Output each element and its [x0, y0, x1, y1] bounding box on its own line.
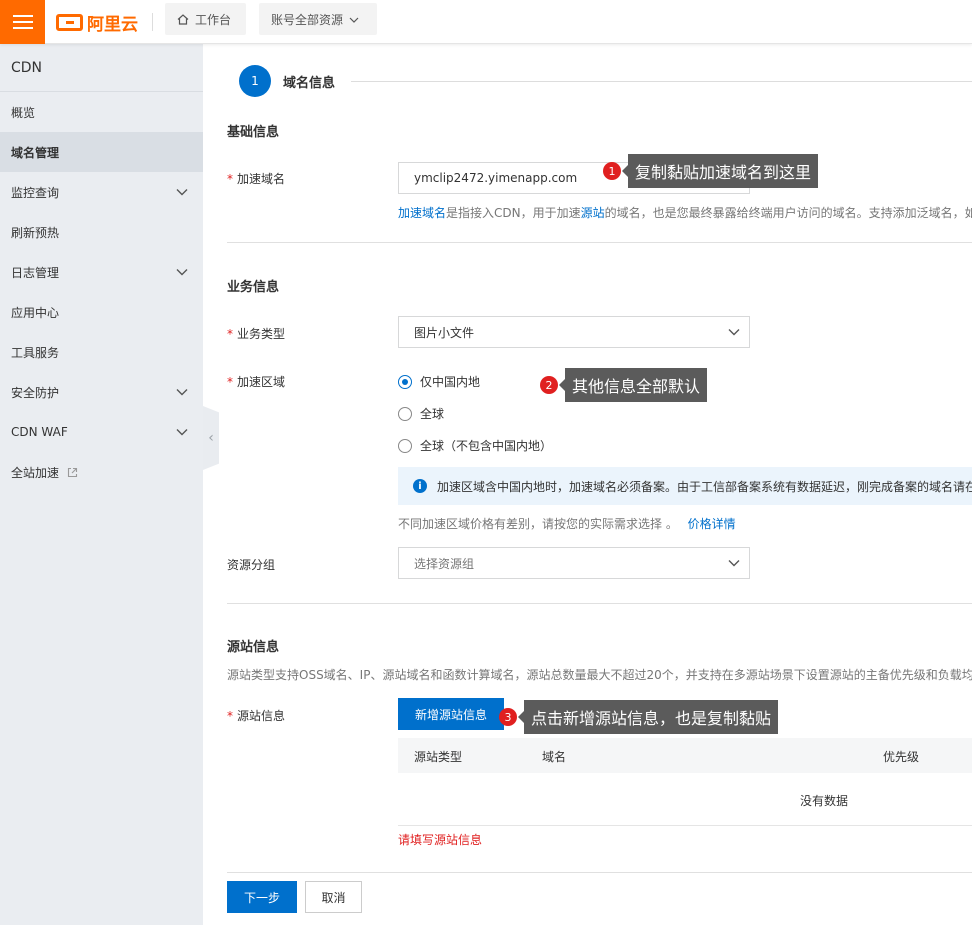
column-priority: 优先级 [883, 750, 920, 764]
top-bar: 阿里云 工作台 账号全部资源 [0, 0, 972, 44]
sidebar-item-label: 域名管理 [11, 145, 60, 160]
annotation-badge: 2 [540, 376, 558, 394]
sidebar-item-logs[interactable]: 日志管理 [0, 252, 203, 292]
annotation-badge: 1 [603, 162, 621, 180]
home-icon [177, 13, 189, 25]
sidebar: CDN 概览 域名管理 监控查询 刷新预热 日志管理 应用中心 工具服务 安全防… [0, 44, 203, 925]
resources-label: 账号全部资源 [271, 12, 344, 27]
sidebar-item-overview[interactable]: 概览 [0, 92, 203, 132]
annotation-3: 3 点击新增源站信息，也是复制黏贴 [499, 700, 779, 734]
region-radio-mainland[interactable]: 仅中国内地 [398, 373, 480, 390]
empty-text: 没有数据 [800, 794, 849, 808]
sidebar-title: CDN [0, 44, 203, 92]
section-business-info: 业务信息 [227, 280, 280, 295]
divider [227, 603, 972, 604]
info-icon: i [413, 479, 427, 493]
annotation-2: 2 其他信息全部默认 [540, 368, 708, 402]
resource-group-select[interactable]: 选择资源组 [398, 547, 750, 579]
domain-field-label: * 加速域名 [227, 172, 286, 186]
region-label: * 加速区域 [227, 375, 286, 389]
chevron-down-icon [728, 560, 740, 567]
next-button[interactable]: 下一步 [227, 881, 297, 913]
business-type-select[interactable]: 图片小文件 [398, 316, 750, 348]
main-content: 1 域名信息 基础信息 * 加速域名 ymclip2472.yimenapp.co… [203, 44, 972, 925]
divider [227, 872, 972, 873]
chevron-down-icon [728, 329, 740, 336]
sidebar-item-label: 应用中心 [11, 305, 60, 320]
hamburger-menu-icon[interactable] [0, 0, 45, 44]
cancel-button[interactable]: 取消 [305, 881, 362, 913]
origin-help-link[interactable]: 源站 [581, 206, 605, 220]
chevron-down-icon [176, 389, 188, 396]
external-link-icon [67, 467, 78, 477]
divider [227, 242, 972, 243]
resource-group-placeholder: 选择资源组 [414, 556, 475, 571]
chevron-down-icon [176, 189, 188, 196]
column-origin-type: 源站类型 [414, 750, 463, 764]
table-header: 源站类型 域名 优先级 [398, 738, 972, 773]
domain-help-link[interactable]: 加速域名 [398, 206, 446, 220]
aliyun-logo[interactable]: 阿里云 [56, 8, 138, 36]
annotation-tip: 复制黏贴加速域名到这里 [621, 154, 819, 188]
sidebar-item-monitoring[interactable]: 监控查询 [0, 172, 203, 212]
sidebar-item-label: 监控查询 [11, 185, 60, 200]
sidebar-item-label: 日志管理 [11, 265, 60, 280]
workbench-label: 工作台 [195, 12, 232, 27]
brand-name: 阿里云 [87, 14, 138, 35]
chevron-down-icon [176, 429, 188, 436]
radio-icon [398, 438, 412, 453]
sidebar-item-label: 概览 [11, 105, 36, 120]
origin-error: 请填写源站信息 [398, 833, 483, 847]
section-origin-info: 源站信息 [227, 640, 280, 655]
sidebar-item-app-center[interactable]: 应用中心 [0, 292, 203, 332]
resources-dropdown[interactable]: 账号全部资源 [259, 3, 377, 35]
origin-field-label: * 源站信息 [227, 709, 286, 723]
workbench-button[interactable]: 工作台 [165, 3, 246, 35]
sidebar-item-label: CDN WAF [11, 425, 68, 439]
add-origin-button[interactable]: 新增源站信息 [398, 698, 504, 730]
chevron-down-icon [176, 269, 188, 276]
annotation-badge: 3 [499, 708, 517, 726]
divider [152, 13, 153, 31]
business-type-label: * 业务类型 [227, 327, 286, 341]
sidebar-item-label: 工具服务 [11, 345, 60, 360]
region-radio-global-ex-mainland[interactable]: 全球（不包含中国内地） [398, 437, 552, 454]
sidebar-item-refresh[interactable]: 刷新预热 [0, 212, 203, 252]
column-domain: 域名 [542, 750, 567, 764]
sidebar-item-dcdn[interactable]: 全站加速 [0, 452, 203, 492]
region-radio-global[interactable]: 全球 [398, 405, 444, 422]
icp-notice: i 加速区域含中国内地时，加速域名必须备案。由于工信部备案系统有数据延迟，刚完成… [398, 467, 972, 505]
price-detail-link[interactable]: 价格详情 [688, 517, 736, 531]
wizard-step: 1 域名信息 [239, 65, 335, 97]
sidebar-item-tools[interactable]: 工具服务 [0, 332, 203, 372]
step-number: 1 [239, 65, 271, 97]
sidebar-item-label: 全站加速 [11, 465, 60, 480]
chevron-down-icon [349, 12, 359, 26]
resource-group-label: 资源分组 [227, 558, 276, 572]
annotation-tip: 点击新增源站信息，也是复制黏贴 [517, 700, 779, 734]
sidebar-item-domain-management[interactable]: 域名管理 [0, 132, 203, 172]
table-empty-row: 没有数据 [398, 773, 972, 826]
annotation-tip: 其他信息全部默认 [558, 368, 708, 402]
radio-icon [398, 406, 412, 421]
price-hint: 不同加速区域价格有差别，请按您的实际需求选择 。 价格详情 [398, 517, 736, 531]
sidebar-item-label: 刷新预热 [11, 225, 60, 240]
step-divider [351, 81, 972, 82]
sidebar-item-label: 安全防护 [11, 385, 60, 400]
domain-input-value: ymclip2472.yimenapp.com [414, 171, 578, 185]
step-label: 域名信息 [283, 75, 336, 91]
sidebar-item-cdn-waf[interactable]: CDN WAF [0, 412, 203, 452]
aliyun-logo-icon [56, 13, 83, 31]
section-basic-info: 基础信息 [227, 125, 280, 140]
origin-description: 源站类型支持OSS域名、IP、源站域名和函数计算域名，源站总数量最大不超过20个… [227, 668, 972, 682]
annotation-1: 1 复制黏贴加速域名到这里 [603, 154, 819, 188]
notice-text: 加速区域含中国内地时，加速域名必须备案。由于工信部备案系统有数据延迟，刚完成备案… [437, 479, 972, 494]
radio-selected-icon [398, 374, 412, 389]
domain-hint: 加速域名是指接入CDN，用于加速源站的域名，也是您最终暴露给终端用户访问的域名。… [398, 206, 972, 220]
origin-table: 源站类型 域名 优先级 没有数据 [398, 738, 972, 826]
business-type-value: 图片小文件 [414, 325, 475, 340]
sidebar-item-security[interactable]: 安全防护 [0, 372, 203, 412]
